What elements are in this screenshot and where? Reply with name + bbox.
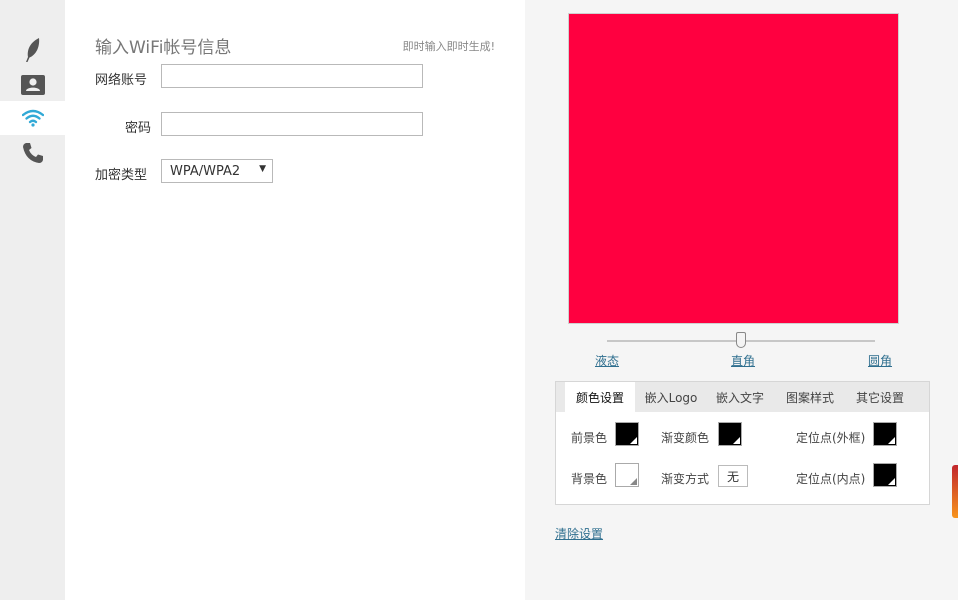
ssid-input[interactable] [161,64,423,88]
finder-inner-label: 定位点(内点) [796,472,866,486]
tab-color-settings[interactable]: 颜色设置 [565,382,635,412]
style-settings-box: 颜色设置 嵌入Logo 嵌入文字 图案样式 其它设置 前景色 渐变颜色 定位点(… [555,381,930,505]
picker-corner-icon [733,437,740,444]
encryption-select-value: WPA/WPA2 [170,163,241,179]
background-color-swatch[interactable] [615,463,639,487]
feather-icon [25,38,39,62]
finder-outer-label: 定位点(外框) [796,431,866,445]
password-input[interactable] [161,112,423,136]
qr-settings-panel: 液态 直角 圆角 颜色设置 嵌入Logo 嵌入文字 图案样式 其它设置 前景色 … [525,0,958,600]
gradient-color-label: 渐变颜色 [661,431,710,445]
picker-corner-icon [630,437,637,444]
form-hint: 即时输入即时生成! [402,40,495,53]
wifi-icon [21,109,44,127]
tab-embed-logo[interactable]: 嵌入Logo [636,382,706,412]
picker-corner-icon [888,478,895,485]
sidebar-item-card[interactable] [0,68,65,102]
qr-preview [568,13,899,324]
tab-other-settings[interactable]: 其它设置 [846,382,914,412]
background-label: 背景色 [571,472,608,486]
contact-card-icon [20,75,45,95]
sidebar-item-phone[interactable] [0,136,65,170]
slider-label-liquid[interactable]: 液态 [595,352,619,369]
foreground-label: 前景色 [571,431,608,445]
slider-label-square[interactable]: 直角 [731,352,755,369]
phone-icon [22,143,43,163]
wifi-form-panel: 输入WiFi帐号信息 即时输入即时生成! 网络账号 密码 加密类型 WPA/WP… [65,0,525,600]
gradient-color-swatch[interactable] [718,422,742,446]
foreground-color-swatch[interactable] [615,422,639,446]
settings-tabbar: 颜色设置 嵌入Logo 嵌入文字 图案样式 其它设置 [556,382,929,412]
gradient-mode-select[interactable]: 无 [718,465,748,487]
corner-style-slider-thumb[interactable] [736,332,746,348]
encryption-select[interactable]: WPA/WPA2 ▼ [161,159,273,183]
picker-corner-icon [888,437,895,444]
sidebar-item-text[interactable] [0,33,65,67]
finder-outer-color-swatch[interactable] [873,422,897,446]
picker-corner-icon [630,478,637,485]
ssid-label: 网络账号 [95,73,148,88]
clear-settings-link[interactable]: 清除设置 [555,525,603,542]
form-title: 输入WiFi帐号信息 [95,38,232,58]
tab-pattern-style[interactable]: 图案样式 [776,382,844,412]
tab-embed-text[interactable]: 嵌入文字 [706,382,774,412]
encryption-label: 加密类型 [95,168,148,183]
slider-label-round[interactable]: 圆角 [868,352,892,369]
chevron-down-icon: ▼ [259,164,266,174]
side-widget-handle[interactable] [952,465,958,518]
password-label: 密码 [124,121,151,136]
sidebar [0,0,65,600]
sidebar-item-wifi[interactable] [0,101,65,135]
finder-inner-color-swatch[interactable] [873,463,897,487]
gradient-mode-label: 渐变方式 [661,472,710,486]
